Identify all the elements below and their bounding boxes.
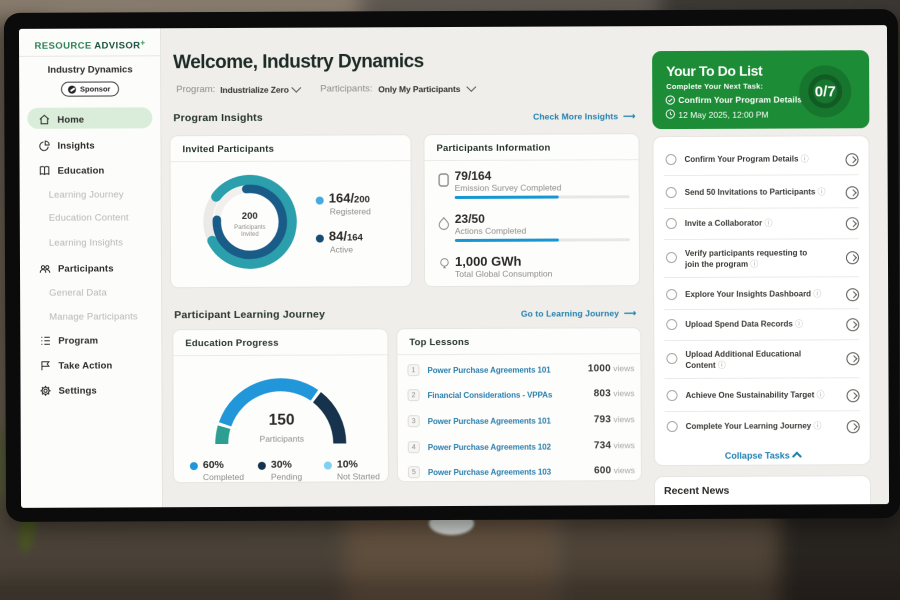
svg-text:Invited: Invited <box>241 232 259 238</box>
svg-text:Participants: Participants <box>234 225 265 231</box>
svg-text:200: 200 <box>242 211 258 222</box>
